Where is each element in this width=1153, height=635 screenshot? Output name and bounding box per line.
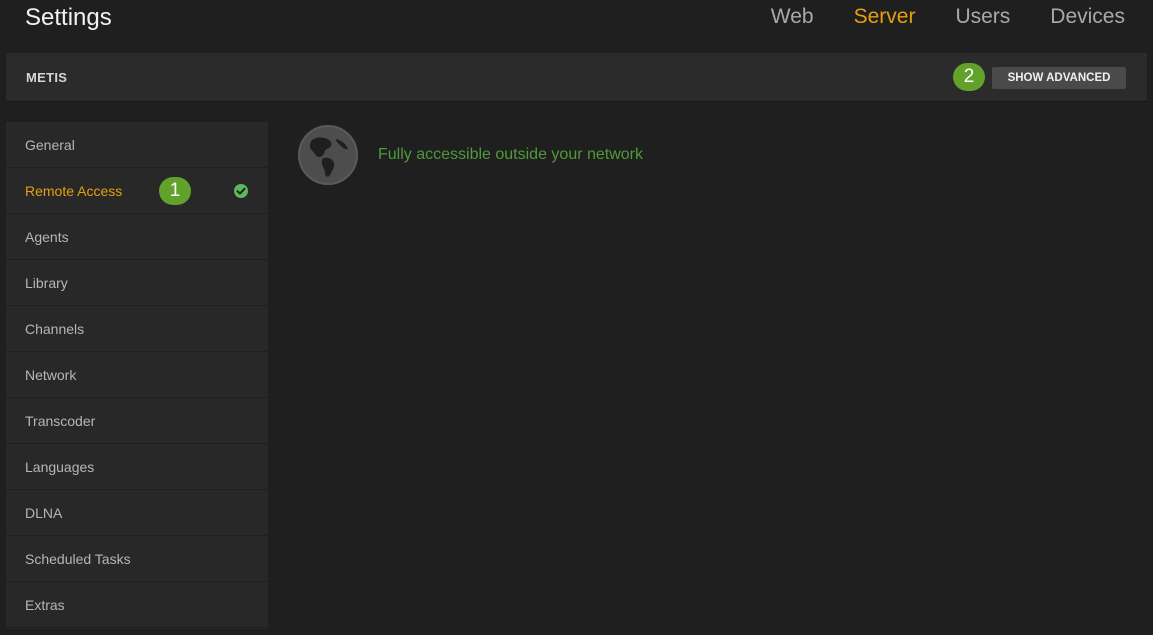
- sidebar-item-channels[interactable]: Channels: [6, 306, 268, 352]
- sidebar-item-label: Extras: [25, 597, 65, 613]
- tab-users[interactable]: Users: [955, 3, 1010, 31]
- sidebar-item-languages[interactable]: Languages: [6, 444, 268, 490]
- sidebar-item-label: Transcoder: [25, 413, 96, 429]
- sidebar-item-extras[interactable]: Extras: [6, 582, 268, 628]
- tab-devices[interactable]: Devices: [1050, 3, 1125, 31]
- check-circle-icon: [234, 184, 248, 198]
- remote-access-status-text: Fully accessible outside your network: [378, 146, 644, 163]
- sidebar-item-label: Library: [25, 275, 68, 291]
- tab-web[interactable]: Web: [771, 3, 814, 31]
- tab-server[interactable]: Server: [854, 3, 916, 31]
- sidebar-item-agents[interactable]: Agents: [6, 214, 268, 260]
- sidebar-item-label: Languages: [25, 459, 95, 475]
- page-title: Settings: [25, 4, 112, 31]
- show-advanced-button[interactable]: SHOW ADVANCED: [992, 67, 1126, 89]
- server-bar: METIS 2 SHOW ADVANCED: [6, 53, 1147, 102]
- sidebar-item-network[interactable]: Network: [6, 352, 268, 398]
- top-bar: Settings Web Server Users Devices: [0, 0, 1153, 48]
- sidebar-item-general[interactable]: General: [6, 122, 268, 168]
- server-name: METIS: [26, 70, 68, 85]
- step-badge-2: 2: [953, 63, 985, 91]
- sidebar-item-label: General: [25, 137, 75, 153]
- settings-sidebar: General Remote Access 1 Agents Library C…: [6, 122, 268, 629]
- globe-icon: [298, 125, 358, 185]
- sidebar-item-transcoder[interactable]: Transcoder: [6, 398, 268, 444]
- step-badge-1: 1: [159, 177, 191, 205]
- sidebar-item-library[interactable]: Library: [6, 260, 268, 306]
- sidebar-item-label: Agents: [25, 229, 69, 245]
- sidebar-item-label: Channels: [25, 321, 85, 337]
- sidebar-item-dlna[interactable]: DLNA: [6, 490, 268, 536]
- sidebar-item-label: DLNA: [25, 505, 63, 521]
- sidebar-item-remote-access[interactable]: Remote Access 1: [6, 168, 268, 214]
- sidebar-item-label: Network: [25, 367, 77, 383]
- sidebar-item-label: Remote Access: [25, 183, 123, 199]
- sidebar-item-scheduled-tasks[interactable]: Scheduled Tasks: [6, 536, 268, 582]
- sidebar-item-label: Scheduled Tasks: [25, 551, 131, 567]
- top-nav: Web Server Users Devices: [771, 3, 1125, 31]
